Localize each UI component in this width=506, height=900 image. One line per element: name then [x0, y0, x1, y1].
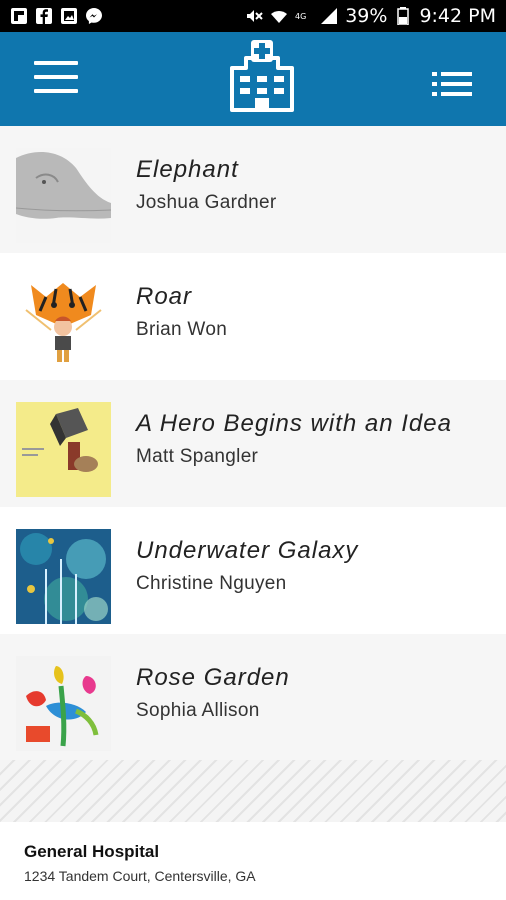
- list-item[interactable]: Rose Garden Sophia Allison: [0, 634, 506, 761]
- battery-percent: 39%: [345, 5, 388, 27]
- decorative-stripes: [0, 760, 506, 822]
- artwork-title: Underwater Galaxy: [136, 537, 359, 564]
- hospital-address: 1234 Tandem Court, Centersville, GA: [24, 868, 256, 884]
- artist-name: Matt Spangler: [136, 446, 259, 467]
- artist-name: Sophia Allison: [136, 700, 260, 721]
- artwork-list: Elephant Joshua Gardner Roar Brian Won A…: [0, 126, 506, 761]
- footer: General Hospital 1234 Tandem Court, Cent…: [0, 822, 506, 900]
- notification-icons: [10, 7, 103, 25]
- lte-icon: 4G: [295, 7, 313, 25]
- artwork-title: Roar: [136, 283, 193, 310]
- artist-name: Christine Nguyen: [136, 573, 287, 594]
- list-item[interactable]: Underwater Galaxy Christine Nguyen: [0, 507, 506, 634]
- artwork-title: Rose Garden: [136, 664, 290, 691]
- artwork-thumbnail: [16, 402, 111, 497]
- artwork-title: A Hero Begins with an Idea: [136, 410, 452, 437]
- gallery-icon: [60, 7, 78, 25]
- facebook-icon: [35, 7, 53, 25]
- hospital-icon: [226, 36, 298, 112]
- artwork-thumbnail: [16, 656, 111, 751]
- app-header: [0, 32, 506, 126]
- mute-icon: [245, 7, 263, 25]
- list-item[interactable]: Roar Brian Won: [0, 253, 506, 380]
- messenger-icon: [85, 7, 103, 25]
- artwork-thumbnail: [16, 148, 111, 243]
- artwork-title: Elephant: [136, 156, 239, 183]
- hospital-name: General Hospital: [24, 842, 160, 861]
- flipboard-icon: [10, 7, 28, 25]
- clock: 9:42 PM: [419, 5, 496, 27]
- wifi-icon: [270, 7, 288, 25]
- artist-name: Brian Won: [136, 319, 228, 340]
- artwork-thumbnail: [16, 529, 111, 624]
- artist-name: Joshua Gardner: [136, 192, 277, 213]
- hamburger-menu-icon[interactable]: [34, 61, 78, 95]
- svg-text:4G: 4G: [295, 12, 306, 21]
- artwork-thumbnail: [16, 275, 111, 370]
- system-icons: 4G 39% 9:42 PM: [245, 5, 496, 27]
- list-view-icon[interactable]: [432, 72, 472, 96]
- list-item[interactable]: Elephant Joshua Gardner: [0, 126, 506, 253]
- status-bar: 4G 39% 9:42 PM: [0, 0, 506, 32]
- battery-icon: [394, 7, 412, 25]
- signal-icon: [320, 7, 338, 25]
- list-item[interactable]: A Hero Begins with an Idea Matt Spangler: [0, 380, 506, 507]
